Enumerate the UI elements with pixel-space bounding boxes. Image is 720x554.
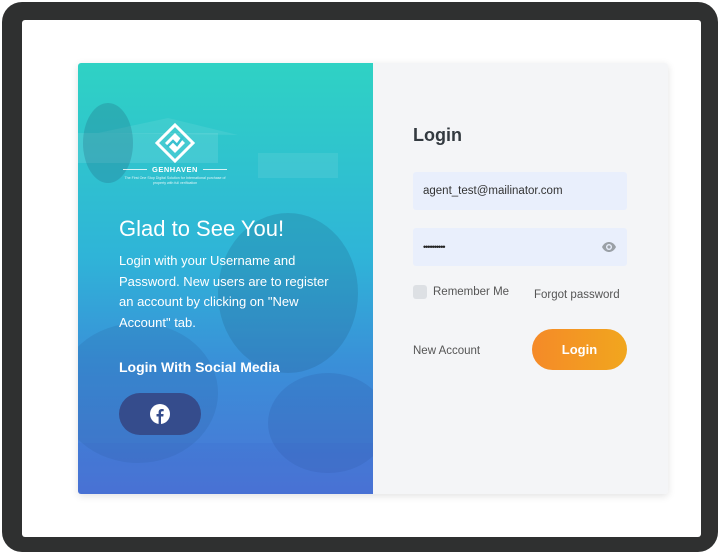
password-field[interactable]: •••••••••• bbox=[413, 228, 627, 266]
eye-icon bbox=[602, 242, 616, 252]
password-visibility-toggle[interactable] bbox=[601, 241, 617, 253]
forgot-password-link[interactable]: Forgot password bbox=[534, 289, 620, 301]
new-account-link[interactable]: New Account bbox=[413, 345, 480, 357]
facebook-login-button[interactable] bbox=[119, 393, 201, 435]
brand-logo: GENHAVEN The First One Stop Digital Solu… bbox=[118, 123, 232, 186]
brand-divider-left bbox=[123, 169, 148, 170]
facebook-icon bbox=[150, 404, 170, 424]
login-button[interactable]: Login bbox=[532, 329, 627, 370]
remember-me: Remember Me bbox=[413, 285, 509, 299]
remember-me-checkbox[interactable] bbox=[413, 285, 427, 299]
email-value: agent_test@mailinator.com bbox=[423, 185, 563, 197]
greeting-heading: Glad to See You! bbox=[119, 216, 285, 241]
social-login-heading: Login With Social Media bbox=[119, 359, 280, 375]
login-title: Login bbox=[413, 125, 462, 145]
intro-text: Login with your Username and Password. N… bbox=[119, 253, 329, 330]
brand-row: GENHAVEN bbox=[118, 165, 232, 174]
brand-name: GENHAVEN bbox=[152, 165, 198, 174]
device-frame: GENHAVEN The First One Stop Digital Solu… bbox=[2, 2, 718, 552]
email-field[interactable]: agent_test@mailinator.com bbox=[413, 172, 627, 210]
login-card: GENHAVEN The First One Stop Digital Solu… bbox=[78, 63, 668, 494]
brand-tagline: The First One Stop Digital Solution for … bbox=[124, 176, 226, 185]
welcome-panel: GENHAVEN The First One Stop Digital Solu… bbox=[78, 63, 373, 494]
screen: GENHAVEN The First One Stop Digital Solu… bbox=[22, 20, 701, 537]
genhaven-logo-icon bbox=[155, 123, 195, 163]
remember-me-label: Remember Me bbox=[433, 286, 510, 298]
login-form-panel: Login agent_test@mailinator.com ••••••••… bbox=[373, 63, 668, 494]
password-value: •••••••••• bbox=[423, 242, 446, 252]
brand-divider-right bbox=[202, 169, 227, 170]
